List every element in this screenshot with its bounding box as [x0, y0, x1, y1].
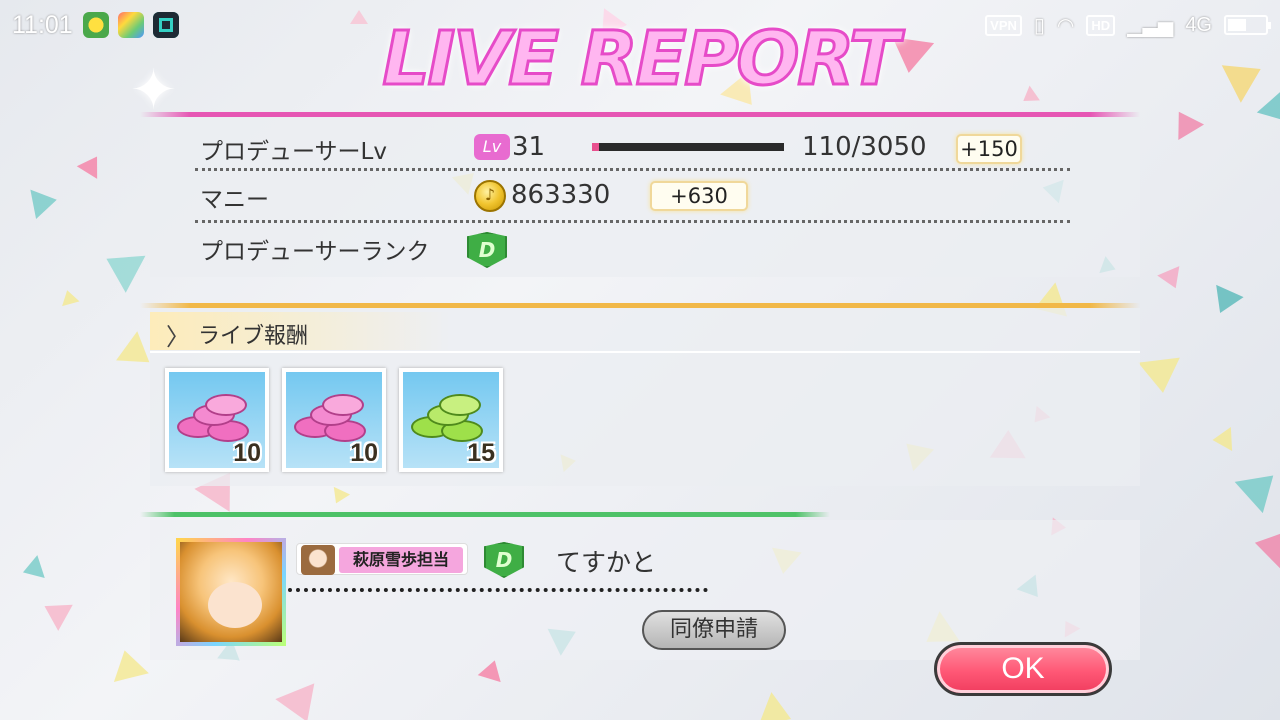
- idol-mini-avatar: [301, 545, 335, 575]
- producer-rank-label: プロデューサーランク: [200, 239, 430, 265]
- decor-triangle: [1138, 357, 1184, 396]
- producer-level-value: 31: [512, 132, 546, 162]
- decor-triangle: [477, 656, 507, 683]
- decor-triangle: [76, 150, 108, 179]
- decor-triangle: [1165, 103, 1205, 141]
- reward-item[interactable]: 10: [165, 368, 269, 472]
- decor-triangle: [758, 692, 798, 720]
- decor-triangle: [1234, 459, 1280, 514]
- reward-item[interactable]: 15: [399, 368, 503, 472]
- idol-tag: 萩原雪歩担当: [296, 543, 468, 575]
- xp-value: 110/3050: [802, 132, 927, 162]
- money-gain-badge: +630: [650, 181, 748, 211]
- decor-triangle: [107, 646, 149, 682]
- money-coin-icon: ♪: [474, 180, 506, 212]
- xp-gain-badge: +150: [956, 134, 1022, 164]
- ok-button[interactable]: OK: [934, 642, 1112, 696]
- reward-quantity: 10: [350, 439, 378, 467]
- decor-triangle: [1211, 427, 1233, 452]
- decor-triangle: [327, 486, 351, 508]
- friend-avatar[interactable]: [176, 538, 286, 646]
- decor-triangle: [275, 683, 327, 720]
- decor-triangle: [19, 555, 45, 584]
- reward-quantity: 15: [467, 439, 495, 467]
- level-icon: Lv: [474, 134, 510, 160]
- decor-triangle: [1206, 284, 1244, 320]
- decor-triangle: [1157, 266, 1187, 293]
- header-underline: [150, 351, 1140, 353]
- money-label: マニー: [200, 187, 269, 213]
- coworker-request-button[interactable]: 同僚申請: [642, 610, 786, 650]
- decor-triangle: [58, 287, 80, 307]
- friend-divider: [288, 588, 708, 592]
- row-divider: [195, 220, 1070, 223]
- decor-triangle: [30, 184, 60, 220]
- section-divider: [140, 512, 830, 517]
- producer-level-label: プロデューサーLv: [200, 139, 387, 165]
- idol-tag-label: 萩原雪歩担当: [339, 547, 463, 573]
- decor-triangle: [1250, 522, 1280, 571]
- chevron-right-icon: 〉: [166, 323, 190, 351]
- friend-name: てすかと: [556, 548, 657, 577]
- xp-progress-bar: [592, 143, 784, 151]
- pink-coin-stack-icon: [177, 394, 257, 444]
- reward-item[interactable]: 10: [282, 368, 386, 472]
- pink-coin-stack-icon: [294, 394, 374, 444]
- decor-triangle: [37, 593, 73, 631]
- decor-triangle: [96, 240, 146, 293]
- green-coin-stack-icon: [411, 394, 491, 444]
- xp-progress-fill: [592, 143, 599, 151]
- row-divider: [195, 168, 1070, 171]
- money-value: 863330: [511, 180, 611, 210]
- reward-quantity: 10: [233, 439, 261, 467]
- page-title: LIVE REPORT: [381, 15, 901, 104]
- reward-title: ライブ報酬: [198, 324, 309, 349]
